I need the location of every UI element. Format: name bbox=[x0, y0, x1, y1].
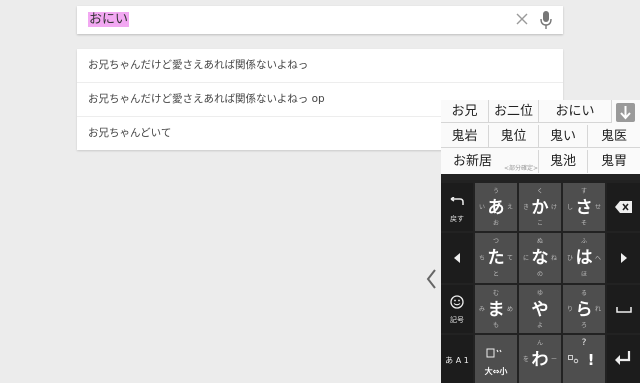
flick-right-label: え bbox=[506, 204, 513, 211]
flick-keyboard: 戻す 記号 あ A 1 う い あ え お く き か け こ す し さ せ … bbox=[441, 174, 640, 383]
kana-key[interactable]: る り ら れ ろ bbox=[563, 285, 605, 333]
space-icon bbox=[616, 307, 632, 313]
flick-up-label: つ bbox=[492, 238, 499, 245]
kana-key[interactable]: す し さ せ そ bbox=[563, 183, 605, 231]
candidate-item[interactable]: お二位 bbox=[489, 100, 539, 123]
kana-key[interactable]: む み ま め も bbox=[475, 285, 517, 333]
candidate-item[interactable]: 鬼医 bbox=[588, 125, 640, 148]
candidate-item[interactable]: おにい bbox=[539, 100, 612, 123]
kana-main-label: ! bbox=[587, 351, 595, 369]
kana-key[interactable]: ゆ や よ bbox=[519, 285, 561, 333]
flick-up-label: る bbox=[580, 290, 587, 297]
flick-down-label: と bbox=[492, 271, 499, 278]
kana-key[interactable]: う い あ え お bbox=[475, 183, 517, 231]
flick-up-label: ふ bbox=[580, 238, 587, 245]
flick-right-label: へ bbox=[594, 255, 601, 262]
suggestion-item[interactable]: お兄ちゃんだけど愛さえあれば関係ないよねっ bbox=[77, 49, 563, 83]
enter-key[interactable] bbox=[607, 335, 640, 383]
candidate-item[interactable]: 鬼胃 bbox=[588, 150, 640, 173]
candidate-panel: お兄 お二位 おにい 鬼岩 鬼位 鬼い 鬼医 お新居 <部分確定> 鬼池 鬼胃 bbox=[441, 100, 640, 174]
dakuten-icon bbox=[486, 348, 502, 358]
keyboard-collapse-arrow-icon[interactable] bbox=[425, 268, 439, 290]
emoji-symbol-key[interactable]: 記号 bbox=[441, 285, 473, 333]
cursor-right-key[interactable] bbox=[607, 233, 640, 283]
kana-key[interactable]: つ ち た て と bbox=[475, 233, 517, 283]
candidate-item[interactable]: お兄 bbox=[441, 100, 489, 123]
flick-down-label: そ bbox=[580, 220, 587, 227]
flick-up-label: す bbox=[580, 188, 587, 195]
candidate-item[interactable]: 鬼い bbox=[539, 125, 588, 148]
flick-right-label: ね bbox=[550, 255, 557, 262]
expand-candidates-button[interactable] bbox=[616, 103, 635, 122]
space-key[interactable] bbox=[607, 285, 640, 333]
undo-label: 戻す bbox=[450, 215, 464, 223]
flick-up-label: く bbox=[536, 188, 543, 195]
punctuation-key[interactable]: ? ! bbox=[563, 335, 605, 383]
kana-key[interactable]: ふ ひ は へ ほ bbox=[563, 233, 605, 283]
kana-key[interactable]: ぬ に な ね の bbox=[519, 233, 561, 283]
flick-right-label: め bbox=[506, 306, 513, 313]
candidate-item[interactable]: 鬼岩 bbox=[441, 125, 489, 148]
search-query[interactable]: おにい bbox=[88, 12, 130, 27]
input-mode-label: あ A 1 bbox=[445, 356, 469, 365]
triangle-left-icon bbox=[454, 253, 460, 263]
flick-up-label: う bbox=[492, 188, 499, 195]
flick-down-label: も bbox=[492, 322, 499, 329]
input-mode-key[interactable]: あ A 1 bbox=[441, 335, 473, 383]
flick-up-label: ぬ bbox=[536, 238, 543, 245]
arrow-down-icon bbox=[620, 106, 631, 120]
backspace-icon bbox=[615, 201, 632, 213]
flick-down-label: お bbox=[492, 220, 499, 227]
kana-main-label: 大⇔小 bbox=[484, 367, 508, 376]
backspace-key[interactable] bbox=[607, 183, 640, 231]
enter-icon bbox=[615, 351, 631, 365]
flick-up-label: ゆ bbox=[536, 290, 543, 297]
flick-up-label: ? bbox=[581, 338, 587, 348]
flick-down-label: ろ bbox=[580, 322, 587, 329]
flick-up-label: ん bbox=[536, 340, 543, 347]
flick-down-label: の bbox=[536, 271, 543, 278]
candidate-item[interactable]: 鬼位 bbox=[489, 125, 539, 148]
flick-right-label: れ bbox=[594, 306, 601, 313]
dakuten-small-key[interactable]: 大⇔小 bbox=[475, 335, 517, 383]
flick-right-label: ー bbox=[550, 356, 557, 363]
flick-down-label: こ bbox=[536, 220, 543, 227]
mic-icon[interactable] bbox=[539, 10, 553, 30]
cursor-left-key[interactable] bbox=[441, 233, 473, 283]
undo-icon bbox=[450, 197, 464, 205]
kigou-label: 記号 bbox=[450, 316, 464, 324]
clear-icon[interactable] bbox=[514, 11, 530, 27]
flick-down-label: よ bbox=[536, 322, 543, 329]
flick-down-label: ほ bbox=[580, 271, 587, 278]
triangle-right-icon bbox=[621, 253, 627, 263]
partial-confirm-label[interactable]: <部分確定> bbox=[504, 163, 538, 172]
flick-right-label: せ bbox=[594, 204, 601, 211]
search-box[interactable]: おにい bbox=[77, 6, 563, 34]
flick-up-label: む bbox=[492, 290, 499, 297]
kana-key[interactable]: ん を わ ー bbox=[519, 335, 561, 383]
undo-key[interactable]: 戻す bbox=[441, 183, 473, 231]
flick-right-label: て bbox=[506, 255, 513, 262]
candidate-item[interactable]: 鬼池 bbox=[539, 150, 588, 173]
smiley-icon bbox=[450, 295, 464, 309]
kana-key[interactable]: く き か け こ bbox=[519, 183, 561, 231]
kana-main-label: や bbox=[531, 300, 549, 320]
flick-right-label: け bbox=[550, 204, 557, 211]
